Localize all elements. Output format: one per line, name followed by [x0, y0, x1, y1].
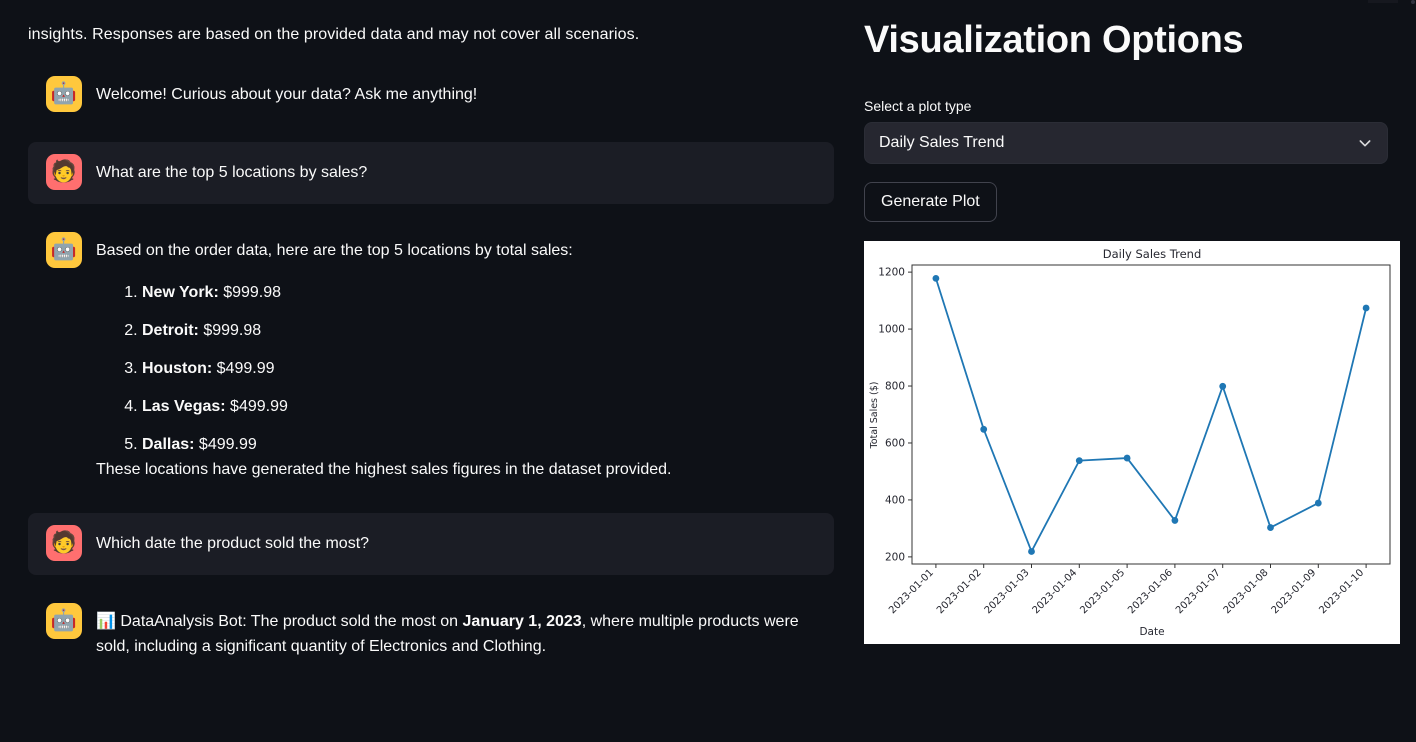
- page-title: Visualization Options: [864, 19, 1244, 61]
- y-axis-label: Total Sales ($): [869, 381, 880, 449]
- app-root: insights. Responses are based on the pro…: [0, 0, 1416, 742]
- intro-text: insights. Responses are based on the pro…: [28, 26, 640, 43]
- chart-title: Daily Sales Trend: [1103, 247, 1202, 261]
- chat-message-user-question-2: 🧑 Which date the product sold the most?: [28, 512, 834, 575]
- location-name: Detroit:: [142, 322, 199, 340]
- person-icon: 🧑: [46, 153, 82, 190]
- answer-outro: These locations have generated the highe…: [96, 461, 672, 479]
- answer-prefix: DataAnalysis Bot: The product sold the m…: [115, 612, 463, 630]
- robot-icon: 🤖: [46, 231, 82, 268]
- chat-message-assistant-welcome: 🤖 Welcome! Curious about your data? Ask …: [28, 64, 834, 126]
- list-item: Houston: $499.99: [142, 357, 816, 381]
- chat-message-assistant-top-locations: 🤖 Based on the order data, here are the …: [28, 220, 834, 497]
- location-name: Las Vegas:: [142, 398, 226, 416]
- message-text: What are the top 5 locations by sales?: [96, 156, 816, 186]
- list-item: Las Vegas: $499.99: [142, 395, 816, 419]
- plot-type-label: Select a plot type: [864, 97, 972, 114]
- page-scrollbar[interactable]: [1410, 0, 1416, 742]
- message-paragraph: 📊 DataAnalysis Bot: The product sold the…: [96, 609, 816, 660]
- answer-highlight-date: January 1, 2023: [462, 612, 582, 630]
- message-paragraph: What are the top 5 locations by sales?: [96, 163, 368, 181]
- chat-message-assistant-best-date: 🤖 📊 DataAnalysis Bot: The product sold t…: [28, 591, 834, 674]
- robot-icon: 🤖: [46, 75, 82, 112]
- robot-icon: 🤖: [46, 602, 82, 639]
- svg-text:600: 600: [885, 437, 905, 449]
- message-paragraph: Welcome! Curious about your data? Ask me…: [96, 85, 478, 103]
- visualization-options-panel: Visualization Options Select a plot type…: [852, 0, 1416, 742]
- message-paragraph: Which date the product sold the most?: [96, 534, 370, 552]
- message-text: Based on the order data, here are the to…: [96, 234, 816, 483]
- daily-sales-trend-chart: Daily Sales Trend 200 400 600 800 1000 1200 2…: [864, 240, 1400, 644]
- location-name: New York:: [142, 284, 219, 302]
- location-name: Dallas:: [142, 436, 195, 454]
- location-value: $499.99: [212, 360, 275, 378]
- message-text: Welcome! Curious about your data? Ask me…: [96, 78, 816, 108]
- svg-text:1200: 1200: [878, 266, 905, 278]
- chat-message-user-question-1: 🧑 What are the top 5 locations by sales?: [28, 141, 834, 204]
- list-item: Detroit: $999.98: [142, 319, 816, 343]
- svg-text:200: 200: [885, 551, 905, 563]
- page-scrollbar-thumb[interactable]: [1411, 0, 1415, 4]
- list-item: Dallas: $499.99: [142, 433, 816, 457]
- generate-plot-button[interactable]: Generate Plot: [864, 181, 997, 222]
- message-text: Which date the product sold the most?: [96, 527, 816, 557]
- person-icon: 🧑: [46, 524, 82, 561]
- location-name: Houston:: [142, 360, 213, 378]
- location-value: $999.98: [198, 322, 262, 340]
- chat-column: insights. Responses are based on the pro…: [0, 0, 852, 742]
- top-locations-list: New York: $999.98 Detroit: $999.98 Houst…: [96, 281, 816, 457]
- location-value: $999.98: [218, 284, 282, 302]
- chart-svg: Daily Sales Trend 20040060080010001200 2…: [864, 240, 1400, 644]
- chevron-down-icon: [1359, 139, 1371, 147]
- answer-intro: Based on the order data, here are the to…: [96, 241, 573, 259]
- plot-type-selected-value: Daily Sales Trend: [879, 133, 1005, 151]
- bar-chart-icon: 📊: [96, 612, 116, 630]
- message-text: 📊 DataAnalysis Bot: The product sold the…: [96, 605, 816, 660]
- list-item: New York: $999.98: [142, 281, 816, 305]
- x-axis-label: Date: [1139, 626, 1164, 638]
- plot-type-select[interactable]: Daily Sales Trend: [864, 121, 1388, 164]
- location-value: $499.99: [194, 436, 257, 454]
- svg-text:800: 800: [885, 380, 905, 392]
- svg-text:400: 400: [885, 494, 905, 506]
- topbar-sliver: [1368, 0, 1398, 3]
- location-value: $499.99: [225, 398, 288, 416]
- svg-text:1000: 1000: [878, 323, 905, 335]
